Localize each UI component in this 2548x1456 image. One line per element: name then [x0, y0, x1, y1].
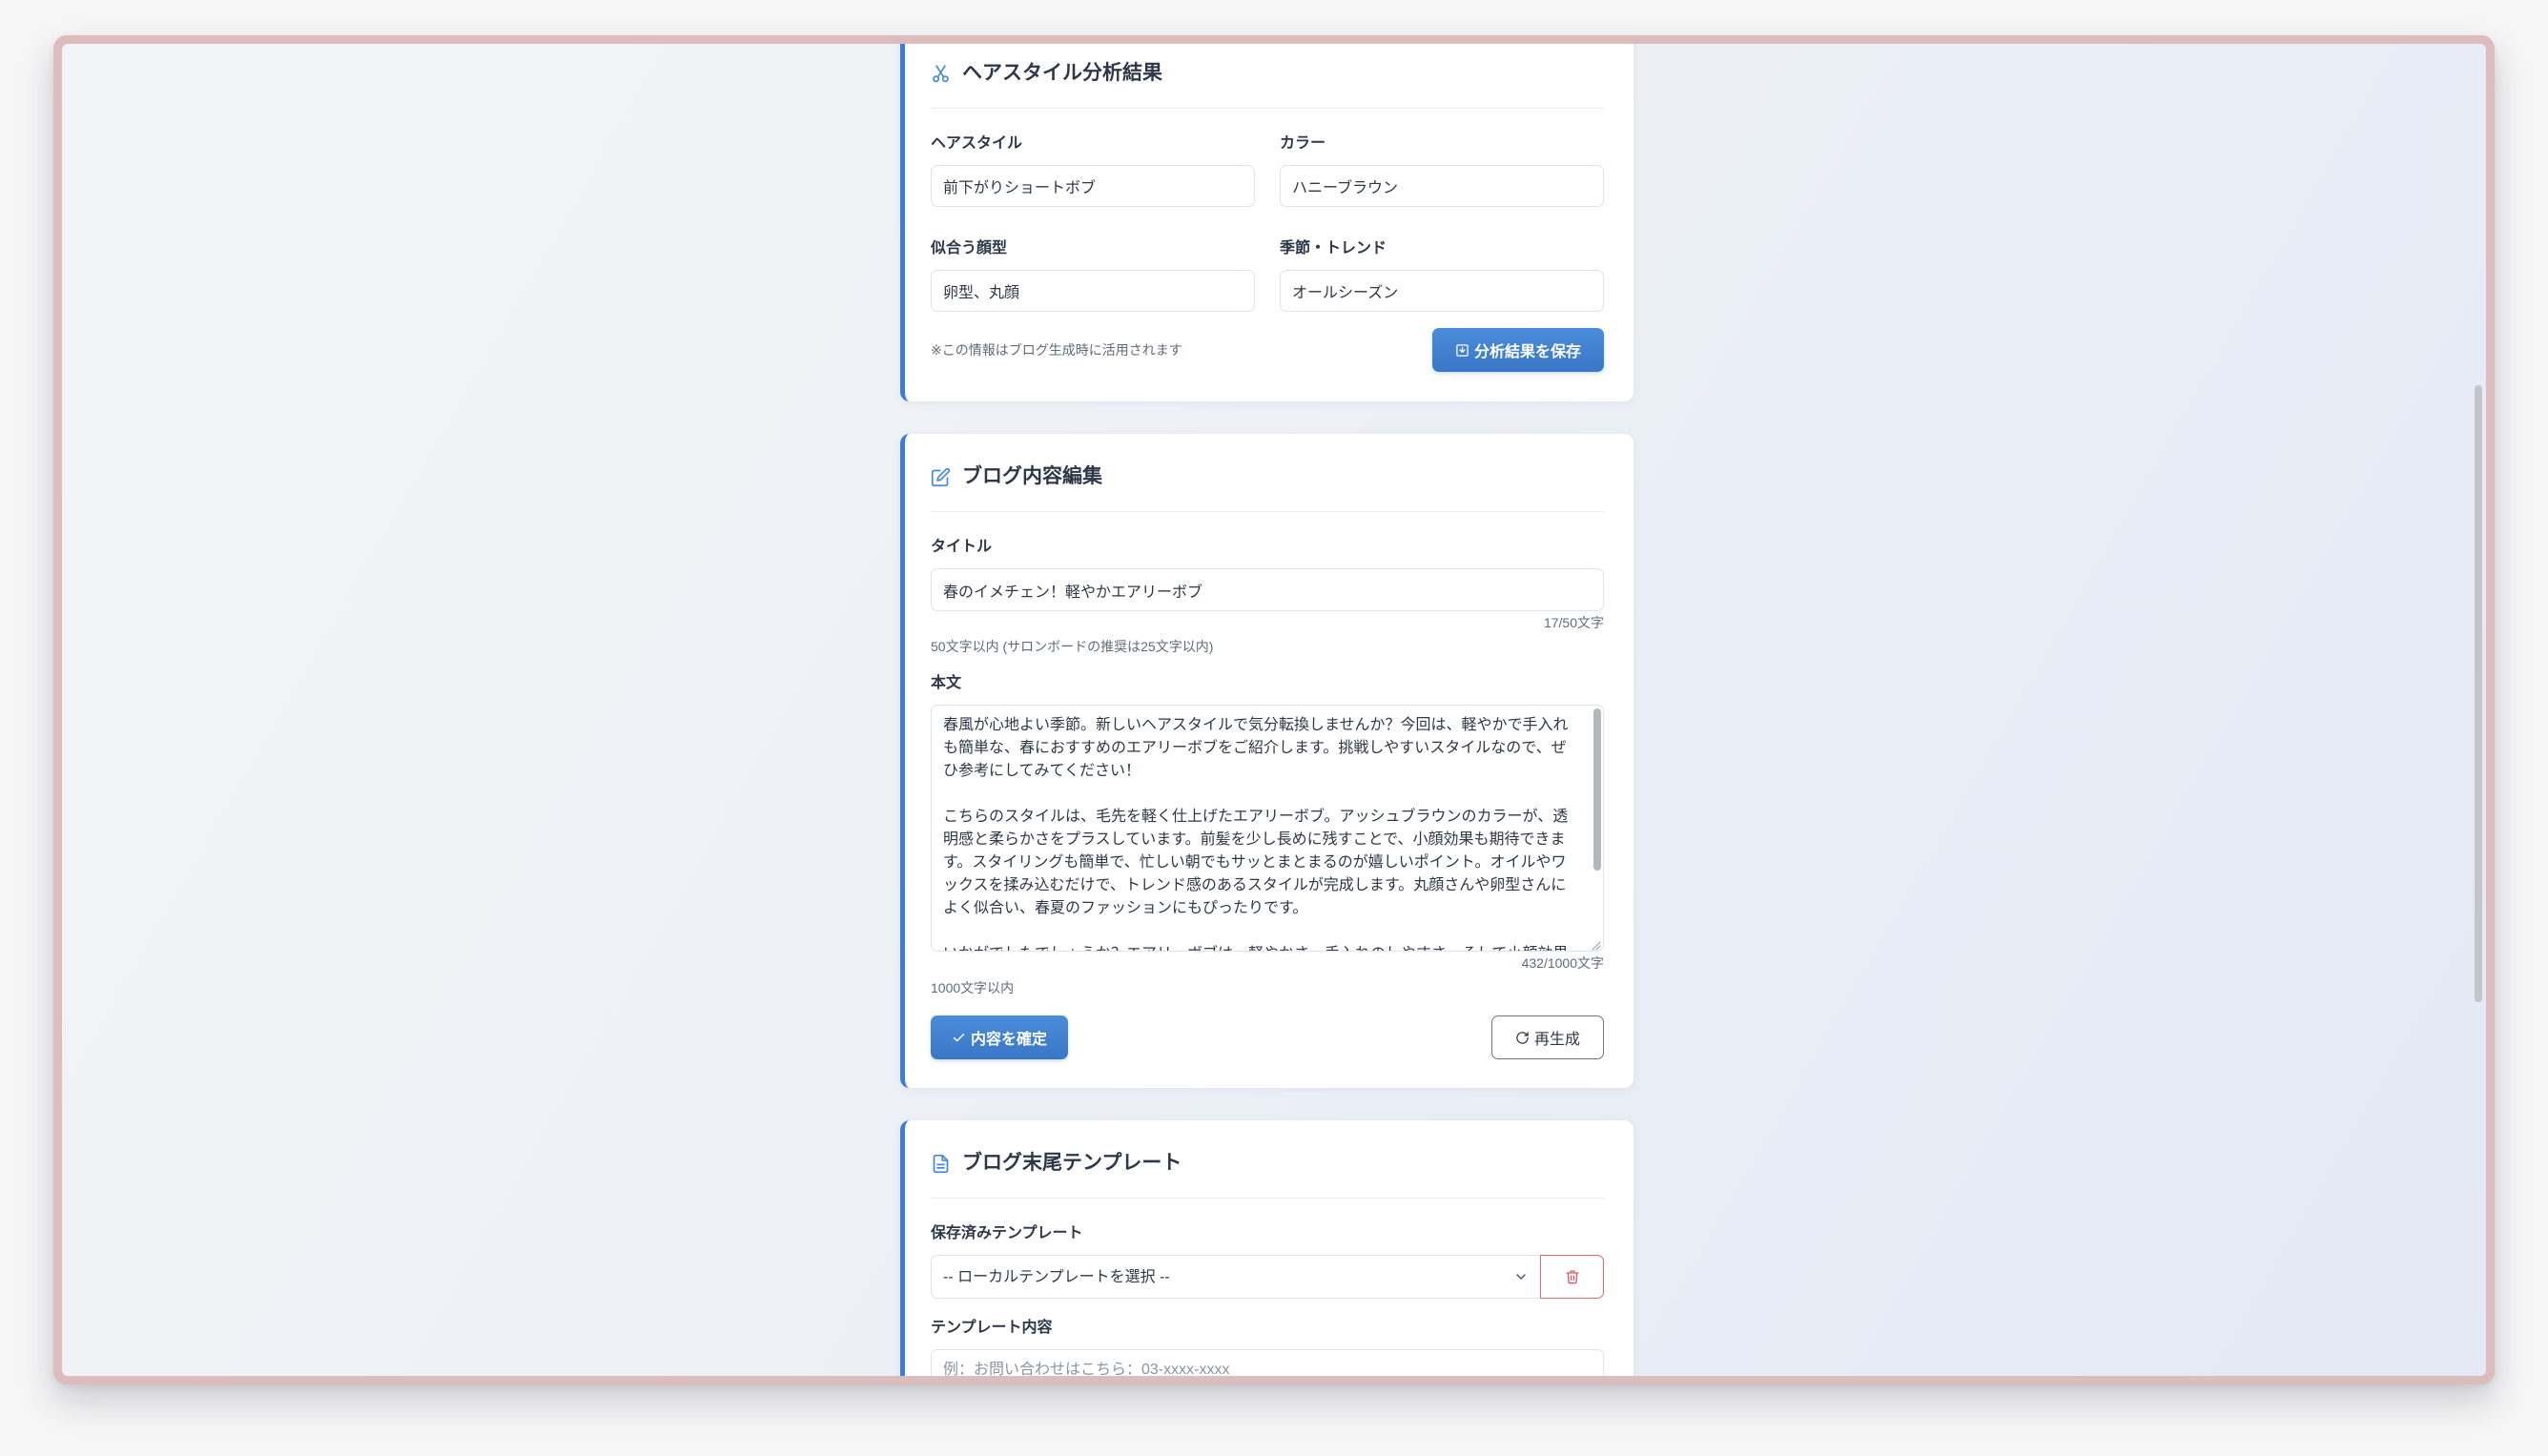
- save-icon: [1455, 343, 1469, 358]
- analysis-note: ※この情報はブログ生成時に活用されます: [931, 342, 1182, 358]
- delete-template-button[interactable]: [1540, 1255, 1604, 1299]
- blog-editor-actions: 内容を確定 再生成: [931, 1015, 1604, 1059]
- main-column: ヘアスタイル分析結果 ヘアスタイル カラー 似合う顔型: [900, 44, 1634, 1376]
- analysis-card-header: ヘアスタイル分析結果: [931, 60, 1604, 109]
- analysis-card-title: ヘアスタイル分析結果: [962, 62, 1162, 84]
- refresh-icon: [1515, 1031, 1530, 1045]
- color-field: カラー: [1280, 133, 1604, 207]
- blog-title-label: タイトル: [931, 539, 993, 555]
- season-trend-field: 季節・トレンド: [1280, 237, 1604, 312]
- blog-body-label: 本文: [931, 675, 962, 691]
- saved-template-label: 保存済みテンプレート: [931, 1225, 1083, 1241]
- regenerate-button[interactable]: 再生成: [1490, 1015, 1604, 1059]
- confirm-content-label: 内容を確定: [971, 1032, 1048, 1048]
- hairstyle-field: ヘアスタイル: [931, 133, 1255, 207]
- blog-body-counter: 432/1000文字: [1521, 955, 1604, 971]
- blog-editor-card-title: ブログ内容編集: [962, 465, 1102, 487]
- trash-icon: [1565, 1270, 1579, 1284]
- page-scrollbar-thumb[interactable]: [2475, 385, 2482, 1002]
- hairstyle-label: ヘアスタイル: [931, 135, 1023, 152]
- saved-template-select[interactable]: -- ローカルテンプレートを選択 --: [931, 1255, 1540, 1299]
- blog-body-field: 春風が心地よい季節。新しいヘアスタイルで気分転換しませんか？今回は、軽やかで手入…: [931, 705, 1604, 952]
- color-label: カラー: [1280, 135, 1326, 152]
- face-shape-field: 似合う顔型: [931, 237, 1255, 312]
- browser-window: ヘアスタイル分析結果 ヘアスタイル カラー 似合う顔型: [53, 35, 2495, 1384]
- saved-template-select-wrap: -- ローカルテンプレートを選択 --: [931, 1255, 1540, 1299]
- analysis-fields: ヘアスタイル カラー 似合う顔型 季節・トレンド: [931, 133, 1604, 312]
- blog-title-hint: 50文字以内 (サロンボードの推奨は25文字以内): [931, 639, 1214, 654]
- save-analysis-button[interactable]: 分析結果を保存: [1431, 328, 1604, 372]
- regenerate-label: 再生成: [1533, 1032, 1580, 1048]
- save-analysis-label: 分析結果を保存: [1473, 344, 1581, 360]
- edit-icon: [931, 467, 951, 487]
- resize-grip-icon[interactable]: [1591, 938, 1601, 951]
- template-card: ブログ末尾テンプレート 保存済みテンプレート -- ローカルテンプレートを選択 …: [900, 1120, 1634, 1376]
- blog-body-textarea[interactable]: 春風が心地よい季節。新しいヘアスタイルで気分転換しませんか？今回は、軽やかで手入…: [931, 705, 1604, 952]
- template-card-header: ブログ末尾テンプレート: [931, 1150, 1604, 1199]
- check-icon: [952, 1031, 966, 1045]
- template-content-label: テンプレート内容: [931, 1320, 1053, 1336]
- face-shape-input[interactable]: [931, 270, 1255, 312]
- page-scrollbar[interactable]: [2472, 44, 2485, 1376]
- hairstyle-input[interactable]: [931, 165, 1255, 207]
- template-card-title: ブログ末尾テンプレート: [962, 1152, 1182, 1174]
- color-input[interactable]: [1280, 165, 1604, 207]
- blog-body-scrollbar-thumb[interactable]: [1593, 708, 1601, 871]
- saved-template-row: -- ローカルテンプレートを選択 --: [931, 1255, 1604, 1299]
- confirm-content-button[interactable]: 内容を確定: [931, 1015, 1069, 1059]
- template-content-textarea[interactable]: [931, 1349, 1604, 1376]
- scissors-icon: [931, 64, 951, 84]
- blog-editor-card: ブログ内容編集 タイトル 17/50文字 50文字以内 (サロンボードの推奨は2…: [900, 434, 1634, 1088]
- document-icon: [931, 1154, 951, 1174]
- blog-body-hint: 1000文字以内: [931, 980, 1015, 995]
- page-viewport: ヘアスタイル分析結果 ヘアスタイル カラー 似合う顔型: [62, 44, 2486, 1376]
- analysis-card: ヘアスタイル分析結果 ヘアスタイル カラー 似合う顔型: [900, 44, 1634, 401]
- analysis-card-footer: ※この情報はブログ生成時に活用されます 分析結果を保存: [931, 328, 1604, 372]
- blog-editor-card-header: ブログ内容編集: [931, 463, 1604, 512]
- season-trend-label: 季節・トレンド: [1280, 240, 1387, 256]
- season-trend-input[interactable]: [1280, 270, 1604, 312]
- blog-title-counter: 17/50文字: [1543, 615, 1604, 630]
- face-shape-label: 似合う顔型: [931, 240, 1008, 256]
- blog-title-input[interactable]: [931, 568, 1604, 611]
